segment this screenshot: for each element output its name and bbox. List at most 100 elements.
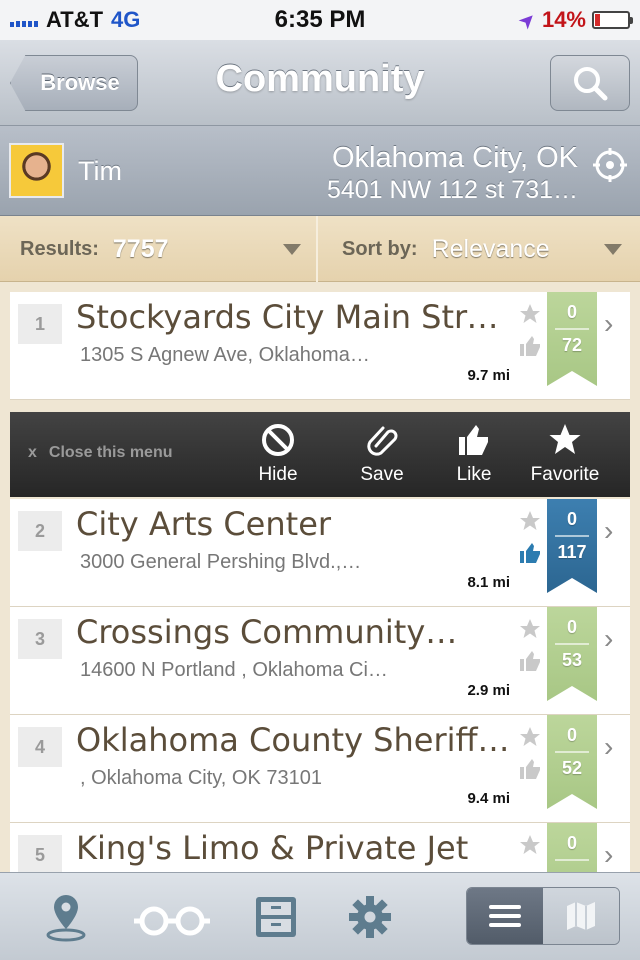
paperclip-icon xyxy=(367,426,398,456)
item-title: Stockyards City Main Street xyxy=(76,298,516,336)
star-icon xyxy=(549,424,581,454)
list-item[interactable]: 2 City Arts Center 3000 General Pershing… xyxy=(10,499,630,607)
chevron-right-icon[interactable]: › xyxy=(604,841,624,869)
filter-bar: Results: 7757 Sort by: Relevance xyxy=(0,216,640,282)
item-title: Oklahoma County Sheriff… xyxy=(76,721,510,759)
list-item[interactable]: 3 Crossings Community… 14600 N Portland … xyxy=(10,607,630,715)
rating-ribbon: 0 53 xyxy=(547,607,597,701)
battery-fill xyxy=(595,14,600,26)
thumbs-up-icon xyxy=(459,425,488,455)
ribbon-divider xyxy=(555,328,589,330)
sort-dropdown[interactable]: Sort by: Relevance xyxy=(320,216,640,282)
chevron-right-icon[interactable]: › xyxy=(604,310,624,338)
rating-ribbon: 0 xyxy=(547,823,597,872)
ribbon-divider xyxy=(555,643,589,645)
item-address: , Oklahoma City, OK 73101 xyxy=(80,767,322,789)
list-item[interactable]: 1 Stockyards City Main Street 1305 S Agn… xyxy=(10,292,630,400)
list-item[interactable]: 4 Oklahoma County Sheriff… , Oklahoma Ci… xyxy=(10,715,630,823)
cabinet-icon[interactable] xyxy=(250,891,302,943)
gear-icon[interactable] xyxy=(344,891,396,943)
list-view-button[interactable] xyxy=(467,888,543,944)
sort-value: Relevance xyxy=(431,234,550,263)
location-city: Oklahoma City, OK xyxy=(331,142,578,174)
user-location-bar[interactable]: Tim Oklahoma City, OK 5401 NW 112 st 731… xyxy=(0,126,640,216)
item-title: Crossings Community… xyxy=(76,613,458,651)
ribbon-divider xyxy=(555,535,589,537)
thumbs-up-icon[interactable] xyxy=(518,541,542,565)
location-address: 5401 NW 112 st 731… xyxy=(326,176,578,204)
location-services-icon: ➤ xyxy=(514,6,542,35)
like-label: Like xyxy=(456,464,492,485)
favorites-count: 0 xyxy=(566,617,577,637)
star-icon[interactable] xyxy=(518,302,542,326)
favorite-label: Favorite xyxy=(530,464,600,485)
user-name: Tim xyxy=(78,156,122,186)
favorite-button[interactable]: Favorite xyxy=(520,422,610,494)
ribbon-divider xyxy=(555,751,589,753)
page-title: Community xyxy=(215,58,425,100)
close-menu-button[interactable]: x Close this menu xyxy=(28,444,172,462)
chevron-right-icon[interactable]: › xyxy=(604,733,624,761)
view-toggle xyxy=(466,887,620,945)
glasses-icon[interactable] xyxy=(132,891,212,943)
sort-label: Sort by: xyxy=(342,237,418,260)
status-bar: AT&T 4G 6:35 PM ➤ 14% xyxy=(0,0,640,40)
close-icon: x xyxy=(28,444,37,461)
avatar xyxy=(9,143,64,198)
map-icon xyxy=(567,902,595,930)
map-pin-icon[interactable] xyxy=(40,891,92,943)
rating-ribbon: 0 117 xyxy=(547,499,597,593)
rating-ribbon: 0 52 xyxy=(547,715,597,809)
ribbon-divider xyxy=(555,859,589,861)
status-left: AT&T 4G xyxy=(10,7,140,33)
favorites-count: 0 xyxy=(566,509,577,529)
item-address: 14600 N Portland , Oklahoma Ci… xyxy=(80,659,388,681)
save-label: Save xyxy=(360,464,404,485)
battery-percent: 14% xyxy=(541,7,586,32)
hide-label: Hide xyxy=(258,464,298,485)
likes-count: 52 xyxy=(561,758,583,778)
chevron-down-icon xyxy=(283,244,301,255)
results-list[interactable]: 1 Stockyards City Main Street 1305 S Agn… xyxy=(0,282,640,872)
chevron-right-icon[interactable]: › xyxy=(604,517,624,545)
save-button[interactable]: Save xyxy=(337,422,427,494)
like-button[interactable]: Like xyxy=(429,422,519,494)
star-icon[interactable] xyxy=(518,617,542,641)
item-distance: 8.1 mi xyxy=(467,574,510,591)
hide-button[interactable]: Hide xyxy=(233,422,323,494)
thumbs-up-icon[interactable] xyxy=(518,757,542,781)
row-action-menu: x Close this menu Hide Save Like Favorit… xyxy=(10,412,630,497)
search-button[interactable] xyxy=(550,55,630,111)
close-menu-label: Close this menu xyxy=(48,444,173,461)
item-address: 3000 General Pershing Blvd.,… xyxy=(80,551,362,573)
navigation-bar: Browse Community xyxy=(0,40,640,126)
rating-ribbon: 0 72 xyxy=(547,292,597,386)
crosshair-icon[interactable] xyxy=(592,147,628,183)
tab-bar xyxy=(0,872,640,960)
item-number: 1 xyxy=(18,304,62,344)
signal-strength-icon xyxy=(10,13,38,27)
results-count: 7757 xyxy=(112,234,169,263)
carrier-name: AT&T xyxy=(46,7,104,32)
thumbs-up-icon[interactable] xyxy=(518,334,542,358)
likes-count: 53 xyxy=(561,650,583,670)
star-icon[interactable] xyxy=(518,725,542,749)
hide-icon xyxy=(262,424,294,456)
item-number: 4 xyxy=(18,727,62,767)
status-right: ➤ 14% xyxy=(514,7,633,34)
chevron-right-icon[interactable]: › xyxy=(604,625,624,653)
item-title: King's Limo & Private Jet xyxy=(76,829,469,867)
network-type: 4G xyxy=(111,7,141,32)
star-icon[interactable] xyxy=(518,509,542,533)
favorites-count: 0 xyxy=(566,725,577,745)
map-view-button[interactable] xyxy=(543,888,619,944)
likes-count: 72 xyxy=(561,335,583,355)
results-label: Results: xyxy=(20,237,99,260)
favorites-count: 0 xyxy=(566,302,577,322)
list-item[interactable]: 5 King's Limo & Private Jet 0 › xyxy=(10,823,630,872)
results-dropdown[interactable]: Results: 7757 xyxy=(0,216,318,282)
thumbs-up-icon[interactable] xyxy=(518,649,542,673)
item-title: City Arts Center xyxy=(76,505,332,543)
star-icon[interactable] xyxy=(518,833,542,857)
battery-icon xyxy=(592,11,633,29)
